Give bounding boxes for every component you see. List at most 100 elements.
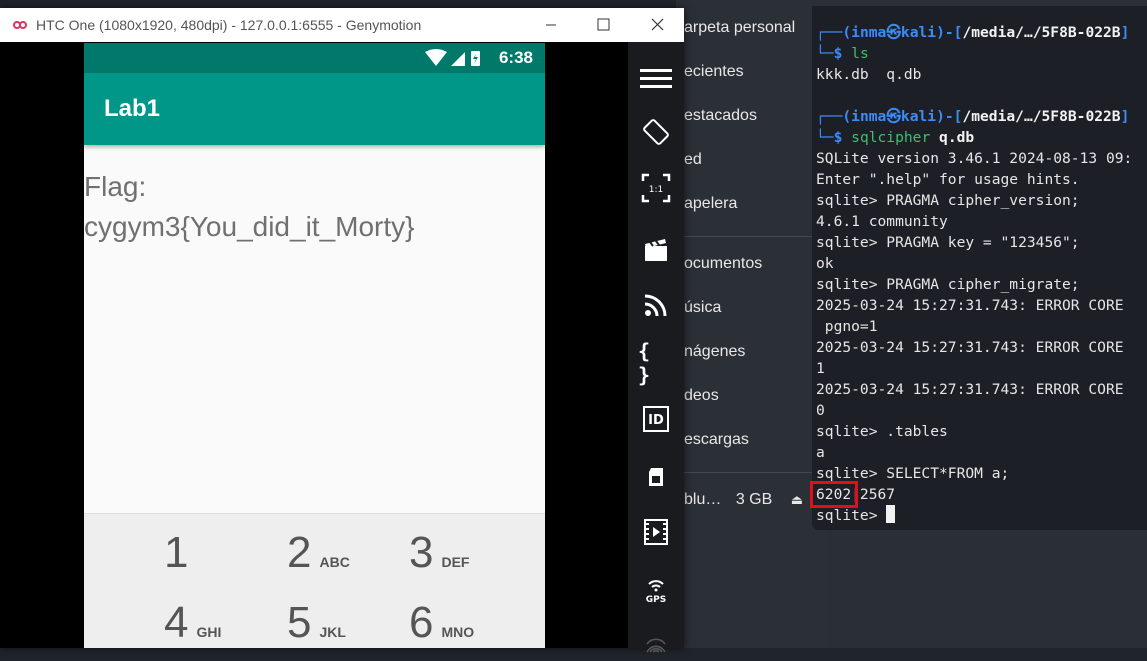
sidebar-item-home[interactable]: arpeta personal: [684, 16, 795, 40]
fingerprint-button[interactable]: [638, 625, 674, 661]
identifiers-icon: ID: [643, 406, 669, 432]
app-title: Lab1: [104, 95, 161, 122]
highlight-box: [810, 481, 858, 508]
maximize-button[interactable]: [584, 8, 624, 42]
key-4[interactable]: 4 GHI: [164, 598, 221, 648]
command-line: └─$ ls: [816, 45, 869, 62]
key-letters: DEF: [441, 554, 470, 570]
key-1[interactable]: 1: [164, 528, 188, 578]
terminal-prompt: sqlite>: [816, 505, 896, 526]
window-titlebar: HTC One (1080x1920, 480dpi) - 127.0.0.1:…: [0, 8, 684, 42]
key-2[interactable]: 2 ABC: [287, 528, 350, 578]
menu-button[interactable]: [638, 61, 674, 97]
terminal-titlebar: [812, 0, 1147, 6]
terminal-output: sqlite> PRAGMA key = "123456";: [816, 234, 1080, 251]
key-digit: 1: [164, 528, 189, 577]
terminal-output: a: [816, 444, 825, 461]
close-icon: [651, 18, 664, 31]
flag-label: Flag:: [84, 171, 147, 202]
minimize-button[interactable]: [531, 8, 571, 42]
terminal-output: 4.6.1 community: [816, 213, 948, 230]
key-digit: 6: [409, 598, 434, 647]
sim-icon: [649, 468, 663, 486]
flag-value: cygym3{You_did_it_Morty}: [84, 211, 415, 242]
broadcast-icon: [644, 294, 667, 317]
key-5[interactable]: 5 JKL: [287, 598, 346, 648]
prompt-line: ┌──(inma㉿kali)-[/media/…/5F8B-022B]: [816, 24, 1130, 41]
terminal-output: 2025-03-24 15:27:31.743: ERROR CORE: [816, 297, 1124, 314]
terminal-output: sqlite> PRAGMA cipher_migrate;: [816, 276, 1080, 293]
key-letters: ABC: [319, 554, 350, 570]
maximize-icon: [597, 18, 610, 31]
terminal-output: 2025-03-24 15:27:31.743: ERROR CORE: [816, 339, 1124, 356]
pixel-perfect-label: 1:1: [649, 185, 663, 195]
terminal-output: 0: [816, 402, 825, 419]
sidebar-item-starred[interactable]: estacados: [684, 104, 757, 128]
numeric-keypad: 1 2 ABC 3 DEF 4 GHI 5 JKL 6 MNO: [84, 513, 545, 648]
terminal-output: 2025-03-24 15:27:31.743: ERROR CORE: [816, 381, 1124, 398]
wifi-icon: [425, 49, 447, 66]
pixel-perfect-button[interactable]: 1:1: [638, 170, 674, 206]
capture-icon: [645, 239, 667, 261]
key-6[interactable]: 6 MNO: [409, 598, 474, 648]
key-letters: GHI: [196, 624, 222, 640]
rotate-icon: [643, 119, 669, 145]
broadcast-button[interactable]: [638, 287, 674, 323]
key-letters: MNO: [441, 624, 475, 640]
genymotion-logo-icon: [13, 21, 27, 29]
key-digit: 2: [287, 528, 312, 577]
status-bar: 6:38: [84, 43, 545, 73]
close-button[interactable]: [637, 8, 677, 42]
clock: 6:38: [498, 48, 533, 67]
sidebar-divider: [676, 472, 816, 473]
terminal-output: ok: [816, 255, 834, 272]
sidebar-item-trash[interactable]: apelera: [684, 192, 737, 216]
media-button[interactable]: [638, 514, 674, 550]
sidebar-item-pictures[interactable]: nágenes: [684, 340, 745, 364]
terminal-output: Enter ".help" for usage hints.: [816, 171, 1080, 188]
app-bar: Lab1: [84, 73, 545, 145]
sidebar-item-videos[interactable]: deos: [684, 384, 719, 408]
api-icon: { }: [638, 339, 651, 387]
signal-icon: [451, 52, 465, 66]
media-icon: [644, 519, 668, 545]
sidebar-item-documents[interactable]: ocumentos: [684, 252, 762, 276]
genymotion-window: HTC One (1080x1920, 480dpi) - 127.0.0.1:…: [0, 8, 684, 653]
terminal-output: pgno=1: [816, 318, 878, 335]
gps-icon: GPS: [646, 580, 666, 605]
key-letters: JKL: [319, 624, 346, 640]
gps-label: GPS: [646, 595, 666, 605]
emulator-toolbar: 1:1 { } ID GPS: [628, 42, 684, 653]
identifiers-button[interactable]: ID: [638, 401, 674, 437]
capture-button[interactable]: [638, 232, 674, 268]
window-title: HTC One (1080x1920, 480dpi) - 127.0.0.1:…: [36, 17, 422, 33]
file-manager-sidebar: arpeta personal ecientes estacados ed ap…: [676, 0, 828, 648]
terminal-output: SQLite version 3.46.1 2024-08-13 09:: [816, 150, 1133, 167]
pixel-perfect-icon: 1:1: [641, 173, 671, 203]
key-3[interactable]: 3 DEF: [409, 528, 469, 578]
volume-label: blu…: [684, 491, 722, 508]
sidebar-item-recent[interactable]: ecientes: [684, 60, 744, 84]
volume-size: 3 GB: [735, 491, 773, 508]
minimize-icon: [546, 24, 556, 26]
sim-button[interactable]: [638, 459, 674, 495]
key-digit: 4: [164, 598, 189, 647]
eject-icon[interactable]: ⏏: [791, 492, 803, 507]
key-digit: 3: [409, 528, 434, 577]
api-button[interactable]: { }: [638, 339, 674, 387]
key-digit: 5: [287, 598, 312, 647]
terminal-output: 1: [816, 360, 825, 377]
status-icons: [425, 49, 480, 66]
identifiers-label: ID: [648, 413, 664, 428]
sidebar-item-downloads[interactable]: escargas: [684, 428, 749, 452]
sidebar-item-music[interactable]: úsica: [684, 296, 721, 320]
terminal-output: sqlite> PRAGMA cipher_version;: [816, 192, 1080, 209]
gps-button[interactable]: GPS: [638, 572, 674, 608]
android-screen[interactable]: 6:38 Lab1 Flag: cygym3{You_did_it_Morty}…: [84, 43, 545, 648]
terminal-window[interactable]: ┌──(inma㉿kali)-[/media/…/5F8B-022B] └─$ …: [812, 0, 1147, 530]
terminal-output: sqlite> .tables: [816, 423, 948, 440]
fingerprint-icon: [646, 638, 666, 653]
sidebar-item-volume[interactable]: blu… 3 GB ⏏: [684, 488, 803, 512]
sidebar-item-network[interactable]: ed: [684, 148, 702, 172]
rotate-button[interactable]: [638, 114, 674, 150]
